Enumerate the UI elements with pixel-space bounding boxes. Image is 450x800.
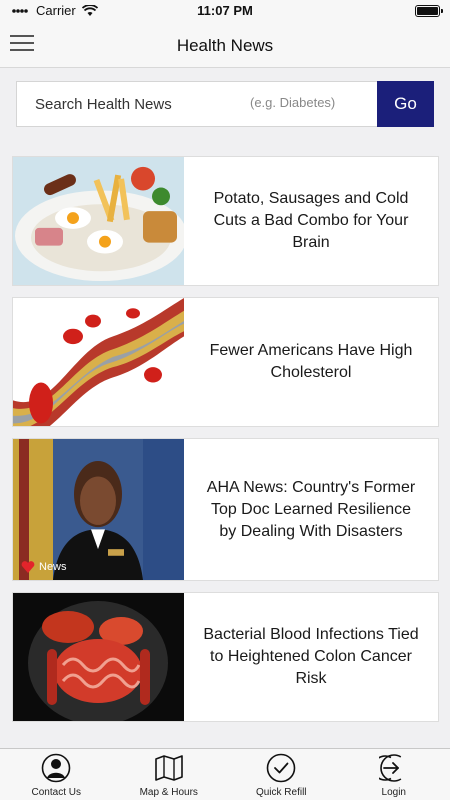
heart-torch-icon: [21, 561, 35, 573]
tab-login[interactable]: Login: [338, 749, 450, 800]
contact-icon: [41, 753, 71, 783]
article-headline: Bacterial Blood Infections Tied to Heigh…: [203, 626, 419, 687]
refill-check-icon: [266, 753, 296, 783]
search-input[interactable]: Search Health News (e.g. Diabetes): [16, 81, 377, 127]
search-hint: (e.g. Diabetes): [250, 95, 336, 110]
search-bar: Search Health News (e.g. Diabetes) Go: [16, 81, 434, 127]
tab-contact-us[interactable]: Contact Us: [0, 749, 113, 800]
article-list: Potato, Sausages and Cold Cuts a Bad Com…: [12, 156, 439, 733]
article-card[interactable]: Bacterial Blood Infections Tied to Heigh…: [12, 592, 439, 722]
artery-plaque-image: [13, 298, 184, 426]
map-icon: [154, 755, 183, 781]
search-label: Search Health News: [35, 95, 172, 113]
tab-label: Login: [381, 787, 406, 798]
news-badge: News: [21, 560, 67, 574]
clock: 11:07 PM: [197, 3, 253, 18]
article-card[interactable]: News AHA News: Country's Former Top Doc …: [12, 438, 439, 581]
article-card[interactable]: Fewer Americans Have High Cholesterol: [12, 297, 439, 427]
portrait-officer-image: News: [13, 439, 184, 580]
status-bar: Carrier 11:07 PM: [0, 0, 450, 22]
go-button[interactable]: Go: [377, 81, 434, 127]
digestive-system-image: [13, 593, 184, 721]
news-badge-label: News: [39, 561, 67, 573]
article-headline: Fewer Americans Have High Cholesterol: [209, 342, 413, 381]
login-icon: [378, 754, 408, 782]
tab-label: Contact Us: [31, 787, 81, 798]
tab-quick-refill[interactable]: Quick Refill: [225, 749, 338, 800]
tab-bar: Contact Us Map & Hours Quick Refill Logi…: [0, 748, 450, 800]
page-title: Health News: [176, 36, 274, 55]
article-headline: AHA News: Country's Former Top Doc Learn…: [206, 478, 416, 540]
breakfast-plate-image: [13, 157, 184, 285]
article-headline: Potato, Sausages and Cold Cuts a Bad Com…: [213, 190, 409, 251]
article-card[interactable]: Potato, Sausages and Cold Cuts a Bad Com…: [12, 156, 439, 286]
tab-map-hours[interactable]: Map & Hours: [113, 749, 226, 800]
navigation-bar: Health News: [0, 22, 450, 68]
battery-icon: [415, 5, 443, 17]
tab-label: Map & Hours: [139, 787, 198, 798]
tab-label: Quick Refill: [255, 787, 307, 798]
